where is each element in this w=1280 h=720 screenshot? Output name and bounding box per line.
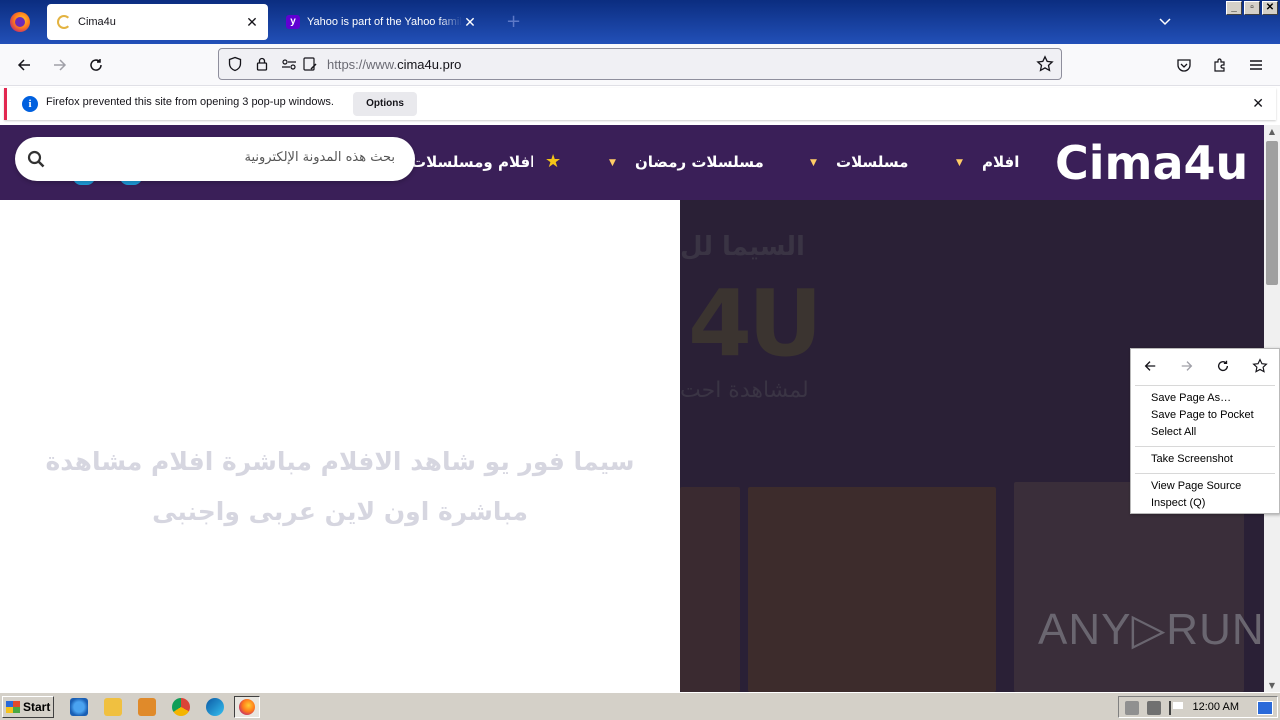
context-menu: Save Page As… Save Page to Pocket Select… (1130, 348, 1280, 514)
firefox-icon (239, 699, 255, 715)
media-player-icon[interactable] (138, 698, 156, 716)
list-all-tabs-icon[interactable] (1158, 14, 1172, 28)
close-notification-icon[interactable]: ✕ (1252, 96, 1264, 112)
menu-item-inspect[interactable]: Inspect (Q) (1151, 497, 1205, 509)
menu-item-view-page-source[interactable]: View Page Source (1151, 480, 1241, 492)
navigation-toolbar: https://www.cima4u.pro (0, 44, 1280, 86)
network-icon[interactable] (1147, 701, 1161, 715)
menu-item-select-all[interactable]: Select All (1151, 426, 1196, 438)
hero-big-text: 4U (688, 270, 823, 377)
tab-yahoo[interactable]: y Yahoo is part of the Yahoo family of b… (276, 4, 486, 40)
close-window-button[interactable]: ✕ (1262, 1, 1278, 15)
back-arrow-icon (17, 59, 30, 71)
permissions-icon[interactable] (280, 54, 300, 74)
menu-item-movies[interactable]: افلام (982, 153, 1019, 171)
firefox-menu-icon[interactable] (10, 12, 30, 32)
back-button[interactable] (11, 52, 37, 78)
menu-separator (1135, 385, 1275, 386)
close-tab-icon[interactable]: ✕ (462, 14, 478, 30)
notification-message: Firefox prevented this site from opening… (46, 96, 334, 108)
popup-blocked-notification: i Firefox prevented this site from openi… (4, 88, 1276, 120)
restore-button[interactable]: ▫ (1244, 1, 1260, 15)
web-page: Cima4u افلام ▼ مسلسلات ▼ مسلسلات رمضان ▼… (0, 125, 1264, 692)
menu-item-take-screenshot[interactable]: Take Screenshot (1151, 453, 1233, 465)
options-button[interactable]: Options (353, 92, 417, 116)
windows-taskbar: Start 12:00 AM (0, 692, 1280, 720)
poster-image (680, 487, 740, 692)
context-reload-icon[interactable] (1212, 357, 1234, 375)
star-icon: ★ (545, 151, 562, 172)
site-logo[interactable]: Cima4u (1055, 136, 1248, 190)
tab-title: Cima4u (78, 16, 116, 28)
info-icon: i (22, 96, 38, 112)
tab-title: Yahoo is part of the Yahoo family of bra… (307, 16, 462, 28)
cima4u-favicon-icon (57, 15, 71, 29)
internet-explorer-icon[interactable] (70, 698, 88, 716)
show-desktop-icon[interactable] (1257, 701, 1273, 715)
chevron-down-icon: ▼ (810, 158, 817, 168)
url-text: https://www.cima4u.pro (327, 57, 462, 72)
scroll-down-icon[interactable]: ▼ (1267, 681, 1277, 690)
scrollbar-thumb[interactable] (1266, 141, 1278, 285)
puzzle-icon (1214, 58, 1225, 72)
pocket-icon (1177, 59, 1191, 72)
menu-separator (1135, 446, 1275, 447)
forward-button[interactable] (47, 52, 73, 78)
yahoo-favicon-icon: y (286, 15, 300, 29)
reload-icon (90, 59, 102, 71)
hero-subheading: لمشاهدة احت (680, 378, 809, 403)
flag-icon[interactable] (1169, 701, 1183, 715)
speaker-icon[interactable] (1125, 701, 1139, 715)
forward-arrow-icon (54, 59, 67, 71)
system-tray: 12:00 AM (1118, 696, 1278, 718)
site-header: Cima4u افلام ▼ مسلسلات ▼ مسلسلات رمضان ▼… (0, 125, 1264, 200)
hero-heading: السيما لل (680, 232, 805, 262)
close-tab-icon[interactable]: ✕ (244, 14, 260, 30)
windows-logo-icon (6, 701, 20, 713)
menu-separator (1135, 473, 1275, 474)
shield-icon[interactable] (225, 54, 245, 74)
menu-item-save-to-pocket[interactable]: Save Page to Pocket (1151, 409, 1254, 421)
tab-cima4u[interactable]: Cima4u ✕ (47, 4, 268, 40)
file-explorer-icon[interactable] (104, 698, 122, 716)
context-bookmark-icon[interactable] (1249, 357, 1271, 375)
extensions-button[interactable] (1207, 52, 1233, 78)
app-menu-button[interactable] (1243, 52, 1269, 78)
lock-icon[interactable] (252, 54, 272, 74)
site-tagline: سيما فور يو شاهد الافلام مباشرة افلام مش… (45, 447, 635, 526)
firefox-taskbar-button[interactable] (234, 696, 260, 718)
url-bar[interactable]: https://www.cima4u.pro (218, 48, 1062, 80)
pocket-button[interactable] (1171, 52, 1197, 78)
menu-item-series[interactable]: مسلسلات (836, 153, 908, 171)
chevron-down-icon: ▼ (609, 158, 616, 168)
search-input[interactable]: بحث هذه المدونة الإلكترونية (245, 150, 396, 165)
reload-button[interactable] (83, 52, 109, 78)
anyrun-watermark: ANY▷RUN (1038, 605, 1264, 654)
bookmark-star-icon[interactable] (1035, 54, 1055, 74)
start-button[interactable]: Start (2, 696, 54, 718)
menu-item-ramadan-series[interactable]: مسلسلات رمضان (635, 153, 764, 171)
poster-image (748, 487, 996, 692)
minimize-button[interactable]: _ (1226, 1, 1242, 15)
search-icon[interactable] (27, 150, 45, 168)
edge-icon[interactable] (206, 698, 224, 716)
menu-item-movies-and-series[interactable]: افلام ومسلسلات (411, 153, 533, 171)
context-back-icon[interactable] (1139, 357, 1161, 375)
scroll-up-icon[interactable]: ▲ (1267, 127, 1277, 136)
chrome-icon[interactable] (172, 698, 190, 716)
page-edit-icon[interactable] (300, 54, 320, 74)
tab-strip: Cima4u ✕ y Yahoo is part of the Yahoo fa… (0, 0, 1280, 44)
new-tab-icon[interactable]: + (506, 13, 521, 31)
clock: 12:00 AM (1192, 701, 1239, 713)
hamburger-menu-icon (1250, 60, 1262, 70)
context-forward-icon[interactable] (1176, 357, 1198, 375)
chevron-down-icon: ▼ (956, 158, 963, 168)
search-box[interactable]: بحث هذه المدونة الإلكترونية (15, 137, 415, 181)
menu-item-save-page-as[interactable]: Save Page As… (1151, 392, 1231, 404)
